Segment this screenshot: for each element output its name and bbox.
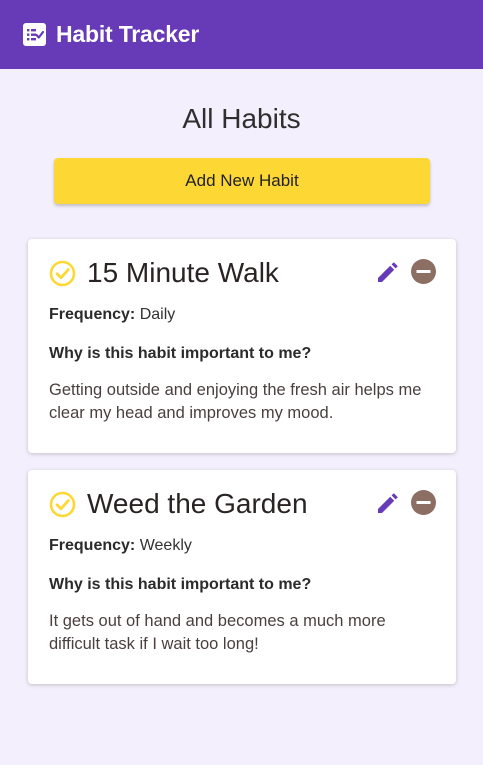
check-circle-icon bbox=[49, 260, 76, 287]
frequency-value: Weekly bbox=[139, 537, 192, 554]
why-heading: Why is this habit important to me? bbox=[49, 576, 312, 593]
minus-circle-icon[interactable] bbox=[410, 258, 437, 285]
habit-reason: It gets out of hand and becomes a much m… bbox=[49, 612, 386, 653]
checklist-icon bbox=[22, 22, 47, 47]
habit-actions bbox=[375, 489, 437, 516]
habit-card: 15 Minute Walk Frequency: Daily Why is t… bbox=[28, 239, 456, 453]
app-bar: Habit Tracker bbox=[0, 0, 483, 69]
check-circle-icon bbox=[49, 491, 76, 518]
habit-card: Weed the Garden Frequency: Weekly Why is… bbox=[28, 470, 456, 684]
pencil-icon[interactable] bbox=[375, 259, 401, 285]
add-new-habit-button[interactable]: Add New Habit bbox=[54, 158, 430, 204]
habit-card-header: Weed the Garden bbox=[49, 470, 437, 532]
frequency-line: Frequency: Weekly bbox=[49, 535, 435, 557]
frequency-line: Frequency: Daily bbox=[49, 304, 435, 326]
app-title: Habit Tracker bbox=[56, 21, 200, 47]
pencil-icon[interactable] bbox=[375, 490, 401, 516]
habit-actions bbox=[375, 258, 437, 285]
frequency-value: Daily bbox=[139, 306, 176, 323]
minus-circle-icon[interactable] bbox=[410, 489, 437, 516]
frequency-label: Frequency: bbox=[49, 537, 136, 554]
habit-name: Weed the Garden bbox=[87, 488, 308, 519]
frequency-label: Frequency: bbox=[49, 306, 136, 323]
habit-name: 15 Minute Walk bbox=[87, 257, 279, 288]
page-title: All Habits bbox=[182, 103, 301, 134]
habit-card-header: 15 Minute Walk bbox=[49, 239, 437, 301]
why-heading: Why is this habit important to me? bbox=[49, 345, 312, 362]
habit-reason: Getting outside and enjoying the fresh a… bbox=[49, 381, 422, 422]
